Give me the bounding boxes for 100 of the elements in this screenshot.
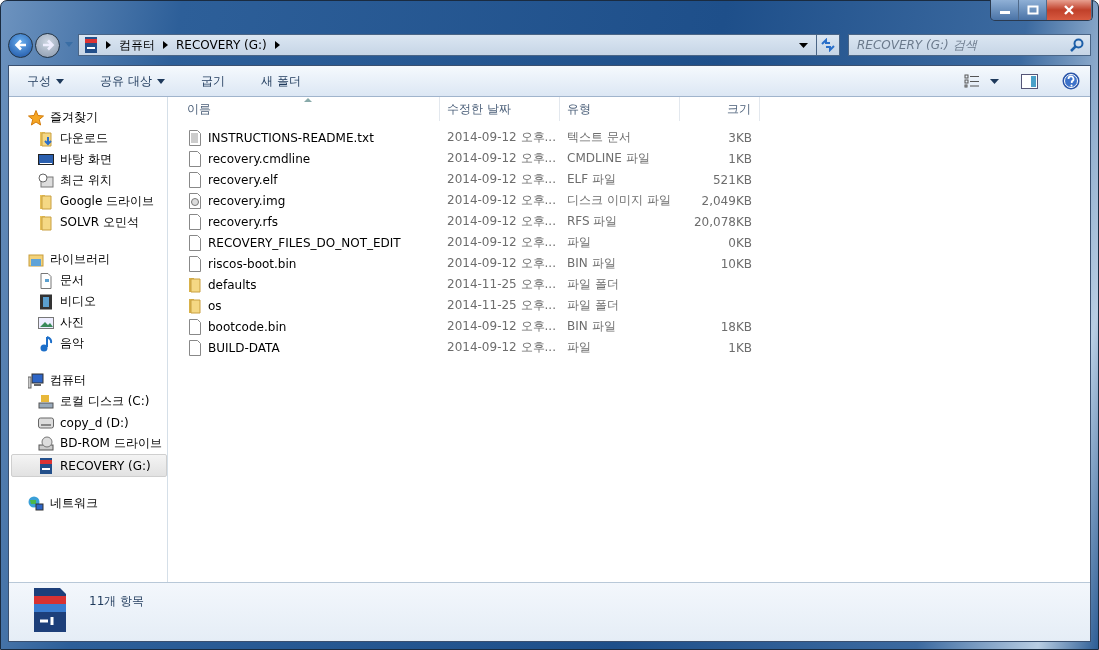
preview-pane-icon[interactable] (1021, 73, 1038, 89)
type-cell-text: RFS 파일 (566, 213, 619, 230)
toolbar-button[interactable]: 구성 (17, 68, 74, 94)
video-icon (38, 293, 54, 310)
caret-icon (156, 78, 165, 84)
toolbar-button[interactable]: 새 폴더 (250, 68, 311, 94)
date-cell-text: 2014-09-12 오후... (446, 318, 557, 335)
address-bar[interactable]: 컴퓨터 RECOVERY (G:) (78, 34, 817, 56)
file-icon (187, 234, 203, 251)
type-cell-text: 파일 폴더 (566, 276, 620, 293)
sd-card-icon (33, 587, 67, 633)
size-cell: 0KB (728, 235, 752, 250)
close-button[interactable] (1047, 0, 1092, 20)
sidebar-item[interactable]: RECOVERY (G:) (11, 454, 167, 477)
view-list-icon[interactable] (964, 74, 980, 88)
type-cell-text: 디스크 이미지 파일 (566, 192, 672, 209)
network-icon (28, 495, 44, 512)
sidebar-item[interactable]: 사진 (9, 312, 167, 333)
file-name[interactable]: bootcode.bin (180, 318, 440, 335)
date-cell-text: 2014-09-12 오후... (446, 234, 557, 251)
date-cell-text: 2014-09-12 오후... (446, 171, 557, 188)
size-cell: 10KB (720, 256, 752, 271)
right-arrow-icon (40, 38, 55, 52)
size-cell: 1KB (728, 340, 752, 355)
sidebar-item[interactable]: 즐겨찾기 (9, 107, 167, 128)
file-name[interactable]: riscos-boot.bin (180, 255, 440, 272)
search-icon[interactable] (1070, 38, 1084, 52)
breadcrumb[interactable]: 컴퓨터 (119, 36, 155, 54)
size-cell: 1KB (728, 151, 752, 166)
text-file-icon (187, 129, 203, 146)
sidebar-item[interactable]: BD-ROM 드라이브 (9, 433, 167, 454)
sidebar-item[interactable]: 음악 (9, 333, 167, 354)
sidebar-item[interactable]: 바탕 화면 (9, 149, 167, 170)
sidebar-item[interactable]: 다운로드 (9, 128, 167, 149)
date-cell-text: 2014-09-12 오후... (446, 255, 557, 272)
download-icon (38, 130, 54, 147)
file-name[interactable]: recovery.elf (180, 171, 440, 188)
sd-icon (38, 457, 54, 474)
file-name[interactable]: defaults (180, 276, 440, 293)
file-icon (187, 255, 203, 272)
file-name[interactable]: INSTRUCTIONS-README.txt (180, 129, 440, 146)
drive-icon (38, 414, 54, 431)
dropdown-caret-icon[interactable] (799, 42, 808, 48)
file-name[interactable]: recovery.rfs (180, 213, 440, 230)
date-cell-text: 2014-09-12 오후... (446, 129, 557, 146)
file-name[interactable]: recovery.img (180, 192, 440, 209)
search-field[interactable]: RECOVERY (G:) 검색 (848, 34, 1091, 56)
breadcrumb-arrow-icon[interactable] (274, 41, 280, 49)
type-cell-text: 텍스트 문서 (566, 129, 632, 146)
optical-icon (38, 435, 54, 452)
sidebar-item[interactable]: Google 드라이브 (9, 191, 167, 212)
column-header[interactable]: 수정한 날짜 (440, 97, 560, 121)
type-cell-text: CMDLINE 파일 (566, 150, 651, 167)
minimize-button[interactable] (991, 0, 1019, 20)
file-name[interactable]: os (180, 297, 440, 314)
toolbar-button[interactable]: 굽기 (190, 68, 235, 94)
sidebar-item[interactable]: SOLVR 오민석 (9, 212, 167, 233)
file-icon (187, 171, 203, 188)
column-header[interactable]: 크기 (680, 97, 760, 121)
type-cell-text: 파일 (566, 339, 592, 356)
document-icon (38, 272, 54, 289)
size-cell: 2,049KB (701, 193, 752, 208)
breadcrumb-arrow-icon[interactable] (163, 41, 168, 49)
sidebar-item[interactable]: copy_d (D:) (9, 412, 167, 433)
file-name[interactable]: RECOVERY_FILES_DO_NOT_EDIT (180, 234, 440, 251)
toolbar-button[interactable]: 공유 대상 (90, 68, 175, 94)
breadcrumb-arrow-icon[interactable] (106, 41, 111, 49)
folder-icon (187, 297, 203, 314)
file-icon (187, 150, 203, 167)
view-caret-icon[interactable] (990, 78, 999, 84)
type-cell-text: 파일 (566, 234, 592, 251)
breadcrumb[interactable]: RECOVERY (G:) (176, 38, 267, 52)
date-cell-text: 2014-11-25 오후... (446, 276, 557, 293)
back-button[interactable] (8, 32, 33, 58)
maximize-button[interactable] (1019, 0, 1047, 20)
type-cell-text: 파일 폴더 (566, 297, 620, 314)
refresh-button[interactable] (816, 34, 840, 56)
size-cell: 18KB (720, 319, 752, 334)
sidebar-item[interactable]: 컴퓨터 (9, 370, 167, 391)
sidebar-item[interactable]: 문서 (9, 270, 167, 291)
sidebar-item[interactable]: 라이브러리 (9, 249, 167, 270)
help-icon[interactable] (1062, 72, 1080, 90)
column-header[interactable]: 유형 (560, 97, 680, 121)
size-cell: 3KB (728, 130, 752, 145)
file-icon (187, 339, 203, 356)
type-cell-text: ELF 파일 (566, 171, 617, 188)
refresh-icon (820, 38, 836, 52)
sidebar-item[interactable]: 비디오 (9, 291, 167, 312)
date-cell-text: 2014-09-12 오후... (446, 192, 557, 209)
sidebar-item[interactable]: 네트워크 (9, 493, 167, 514)
file-name[interactable]: recovery.cmdline (180, 150, 440, 167)
folder-icon (38, 193, 54, 210)
item-count: 11개 항목 (89, 593, 145, 610)
type-cell-text: BIN 파일 (566, 318, 617, 335)
file-name[interactable]: BUILD-DATA (180, 339, 440, 356)
sidebar-item[interactable]: 최근 위치 (9, 170, 167, 191)
desktop-icon (38, 151, 54, 168)
forward-button[interactable] (35, 32, 60, 58)
sidebar-item[interactable]: 로컬 디스크 (C:) (9, 391, 167, 412)
file-icon (187, 213, 203, 230)
